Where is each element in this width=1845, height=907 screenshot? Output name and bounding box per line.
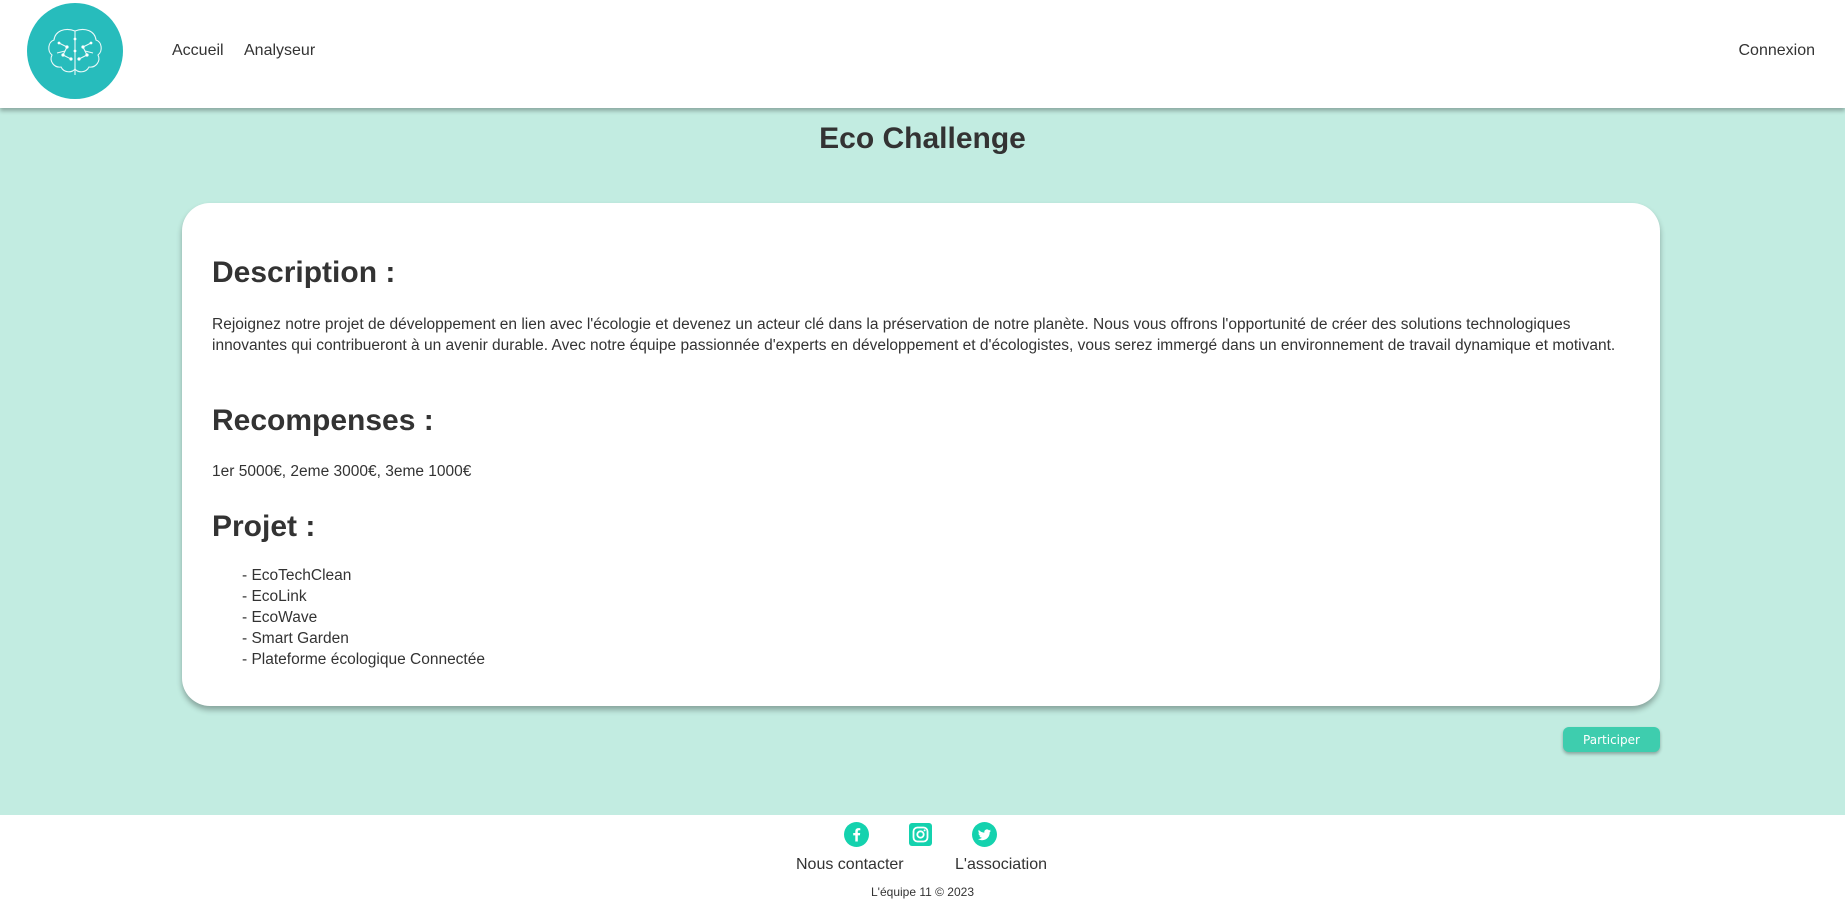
description-text: Rejoignez notre projet de développement … bbox=[212, 316, 1616, 354]
rewards-heading: Recompenses : bbox=[212, 404, 434, 437]
brain-icon bbox=[48, 28, 102, 75]
project-heading: Projet : bbox=[212, 510, 316, 543]
description-heading: Description : bbox=[212, 256, 396, 289]
list-item: - Plateforme écologique Connectée bbox=[242, 651, 485, 668]
rewards-text: 1er 5000€, 2eme 3000€, 3eme 1000€ bbox=[212, 463, 472, 480]
copyright: L'équipe 11 © 2023 bbox=[871, 885, 974, 899]
facebook-icon[interactable] bbox=[844, 822, 869, 847]
list-item: - EcoTechClean bbox=[242, 567, 352, 584]
main-content: Eco Challenge Description : Rejoignez no… bbox=[0, 108, 1845, 815]
challenge-card: Description : Rejoignez notre projet de … bbox=[182, 203, 1660, 706]
list-item: - EcoLink bbox=[242, 588, 307, 605]
top-navbar: Accueil Analyseur Connexion bbox=[0, 0, 1845, 108]
twitter-icon[interactable] bbox=[972, 822, 997, 847]
list-item: - EcoWave bbox=[242, 609, 318, 626]
project-list: - EcoTechClean - EcoLink - EcoWave - Sma… bbox=[242, 565, 485, 670]
association-link[interactable]: L'association bbox=[955, 856, 1047, 874]
page-title: Eco Challenge bbox=[819, 122, 1026, 155]
nav-link-analyzer[interactable]: Analyseur bbox=[244, 42, 315, 60]
footer: Nous contacter L'association L'équipe 11… bbox=[0, 815, 1845, 907]
login-link[interactable]: Connexion bbox=[1739, 42, 1816, 60]
brain-logo[interactable] bbox=[27, 3, 123, 99]
list-item: - Smart Garden bbox=[242, 630, 349, 647]
instagram-icon[interactable] bbox=[908, 822, 933, 847]
participate-button[interactable]: Participer bbox=[1563, 727, 1660, 752]
contact-link[interactable]: Nous contacter bbox=[796, 856, 904, 874]
nav-link-home[interactable]: Accueil bbox=[172, 42, 224, 60]
